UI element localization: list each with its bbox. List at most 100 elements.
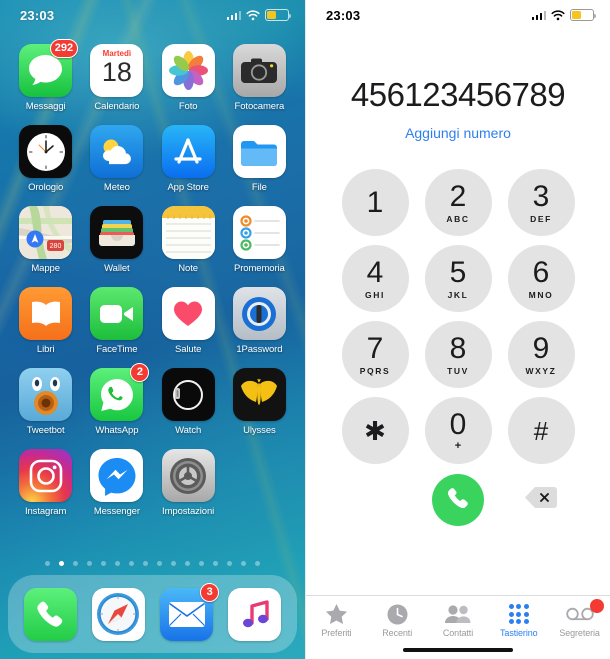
phone-handset-icon [446,486,470,515]
app-libri[interactable]: Libri [10,287,81,355]
key-7[interactable]: 7 PQRS [341,321,409,388]
watch-icon [161,368,215,421]
key-1[interactable]: 1 [341,169,409,236]
app-mappe[interactable]: 280 Mappe [10,206,81,274]
app-file[interactable]: File [224,125,295,193]
add-number-link[interactable]: Aggiungi numero [405,125,511,141]
call-button[interactable] [432,474,484,526]
app-whatsapp[interactable]: 2 WhatsApp [81,363,152,436]
dock-app-mail[interactable]: 3 [160,582,220,641]
key-digit: 2 [449,179,467,213]
tab-recenti[interactable]: Recenti [367,603,428,638]
app-app-store[interactable]: App Store [153,125,224,193]
key-digit: 3 [532,179,550,213]
key-digit: 9 [532,331,550,365]
app-label: Watch [175,425,202,436]
key-3[interactable]: 3 DEF [507,169,575,236]
app-tweetbot[interactable]: Tweetbot [10,368,81,436]
phone-status-bar: 23:03 [306,0,610,30]
instagram-icon [19,449,73,502]
appstore-icon [161,125,215,178]
home-status-bar: 23:03 [0,0,305,30]
delete-button[interactable] [524,487,558,513]
iphone-home-screen: 23:03 292 Messaggi Martedì 18 Calendario… [0,0,305,659]
app-messenger[interactable]: Messenger [81,449,152,517]
app-label: File [251,182,267,193]
app-wallet[interactable]: Wallet [81,206,152,274]
music-icon [228,587,282,641]
tab-preferiti[interactable]: Preferiti [306,603,367,638]
key-letters: JKL [447,289,469,300]
app-ulysses[interactable]: Ulysses [224,368,295,436]
app-messaggi[interactable]: 292 Messaggi [10,39,81,112]
home-status-indicators [226,9,291,21]
app-label: Orologio [28,182,64,193]
app-instagram[interactable]: Instagram [10,449,81,517]
messenger-icon [90,449,144,502]
app-label: 1Password [236,344,283,355]
keypad-icon [508,603,529,625]
app-label: Messenger [93,506,140,517]
key-5[interactable]: 5 JKL [424,245,492,312]
app-fotocamera[interactable]: Fotocamera [224,44,295,112]
facetime-icon [90,287,144,340]
tab-tastierino[interactable]: Tastierino [488,603,549,638]
key-6[interactable]: 6 MNO [507,245,575,312]
dock-app-musica[interactable] [228,587,282,641]
key-star[interactable]: ✱ [341,397,409,464]
dialed-number[interactable]: 456123456789 [306,78,610,111]
tab-contatti[interactable]: Contatti [428,603,489,638]
key-digit: ✱ [364,415,386,446]
app-facetime[interactable]: FaceTime [81,287,152,355]
tab-label: Tastierino [500,628,538,638]
empty-grid-cell [224,449,295,517]
photos-icon [161,44,215,97]
messages-badge: 292 [49,39,79,58]
tab-segreteria[interactable]: Segreteria [549,599,610,638]
home-indicator [403,647,513,652]
wifi-icon [551,9,565,21]
app-1password[interactable]: 1Password [224,287,295,355]
app-impostazioni[interactable]: Impostazioni [153,449,224,517]
key-9[interactable]: 9 WXYZ [507,321,575,388]
app-label: WhatsApp [95,425,139,436]
onepassword-icon [232,287,286,340]
phone-status-time: 23:03 [326,7,361,23]
dual-screen-container: 23:03 292 Messaggi Martedì 18 Calendario… [0,0,610,659]
app-watch[interactable]: Watch [153,368,224,436]
app-promemoria[interactable]: Promemoria [224,206,295,274]
page-indicator-dots[interactable] [0,560,305,566]
app-meteo[interactable]: Meteo [81,125,152,193]
app-orologio[interactable]: Orologio [10,125,81,193]
voicemail-badge [589,599,604,613]
app-grid: 292 Messaggi Martedì 18 Calendario Foto … [0,30,305,517]
app-label: Ulysses [243,425,276,436]
key-2[interactable]: 2 ABC [424,169,492,236]
key-hash[interactable]: # [507,397,575,464]
key-4[interactable]: 4 GHI [341,245,409,312]
tweetbot-icon [19,368,73,421]
app-salute[interactable]: Salute [153,287,224,355]
app-foto[interactable]: Foto [153,44,224,112]
ulysses-icon [232,368,286,421]
tab-label: Recenti [382,628,413,638]
key-digit: 8 [449,331,467,365]
phone-status-indicators [531,9,596,21]
cellular-signal-icon [226,10,241,20]
app-label: Calendario [94,101,140,112]
app-label: Promemoria [234,263,285,274]
app-note[interactable]: Note [153,206,224,274]
wifi-icon [246,9,260,21]
dock-app-telefono[interactable] [23,587,77,641]
backspace-icon [525,487,557,513]
dock-app-safari[interactable] [91,587,145,641]
key-0[interactable]: 0 + [424,397,492,464]
phone-dialer-screen: 23:03 456123456789 Aggiungi numero 1 2 A [305,0,610,659]
cellular-signal-icon [531,10,546,20]
app-calendario[interactable]: Martedì 18 Calendario [81,44,152,112]
key-digit: 6 [532,255,550,289]
key-letters: MNO [528,289,554,300]
key-8[interactable]: 8 TUV [424,321,492,388]
app-label: Messaggi [25,101,66,112]
app-label: Meteo [103,182,130,193]
